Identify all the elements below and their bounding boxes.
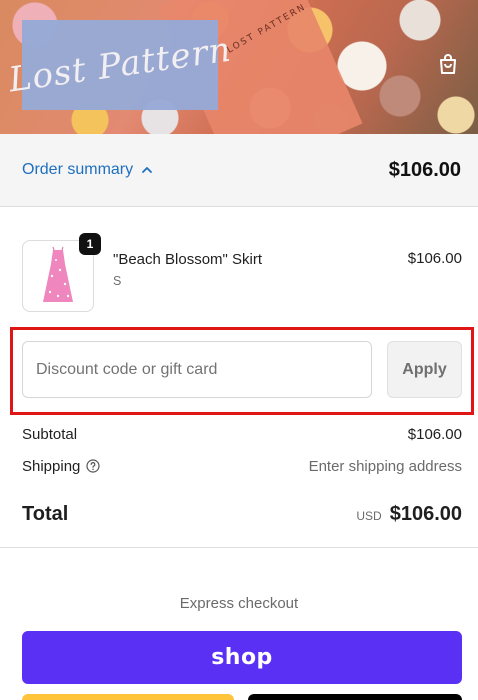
order-summary-bar: Order summary $106.00 bbox=[0, 134, 478, 207]
total-value: $106.00 bbox=[389, 502, 462, 525]
total-row: Total USD $106.00 bbox=[22, 500, 462, 528]
express-checkout-label: Express checkout bbox=[179, 595, 299, 612]
discount-code-input[interactable] bbox=[22, 341, 372, 398]
shopping-bag-icon[interactable] bbox=[436, 52, 460, 76]
apply-discount-button[interactable]: Apply bbox=[387, 341, 462, 398]
product-price: $106.00 bbox=[407, 250, 462, 267]
product-variant: S bbox=[113, 273, 122, 288]
order-summary-toggle[interactable]: Order summary bbox=[22, 161, 153, 179]
shipping-row: Shipping Enter shipping address bbox=[22, 456, 462, 476]
store-logo-text: Lost Pattern bbox=[6, 29, 234, 101]
store-logo[interactable]: Lost Pattern bbox=[6, 20, 234, 110]
question-circle-icon[interactable] bbox=[86, 459, 100, 473]
shipping-label-group: Shipping bbox=[22, 458, 100, 475]
order-summary-total: $106.00 bbox=[388, 158, 461, 181]
subtotal-row: Subtotal $106.00 bbox=[22, 424, 462, 444]
shipping-value: Enter shipping address bbox=[308, 457, 462, 475]
section-divider bbox=[0, 547, 478, 548]
chevron-up-icon bbox=[142, 167, 153, 173]
shipping-label: Shipping bbox=[22, 457, 81, 475]
paypal-button[interactable] bbox=[22, 694, 234, 700]
subtotal-label: Subtotal bbox=[22, 425, 78, 443]
product-thumbnail: 1 bbox=[22, 233, 101, 312]
subtotal-value: $106.00 bbox=[407, 425, 462, 443]
quantity-badge: 1 bbox=[79, 233, 101, 255]
store-banner: Lost Pattern LOST PATTERN bbox=[0, 0, 478, 134]
total-value-group: USD $106.00 bbox=[356, 503, 462, 526]
product-info: "Beach Blossom" Skirt S bbox=[113, 251, 408, 288]
total-label: Total bbox=[22, 502, 69, 525]
order-summary-label: Order summary bbox=[22, 161, 134, 178]
cart-line-item: 1 "Beach Blossom" Skirt S $106.00 bbox=[22, 233, 462, 312]
google-pay-button[interactable] bbox=[248, 694, 462, 700]
product-name: "Beach Blossom" Skirt bbox=[113, 250, 263, 268]
currency-code: USD bbox=[356, 508, 382, 523]
shop-pay-button[interactable]: shop bbox=[22, 631, 462, 684]
skirt-image bbox=[43, 246, 73, 302]
